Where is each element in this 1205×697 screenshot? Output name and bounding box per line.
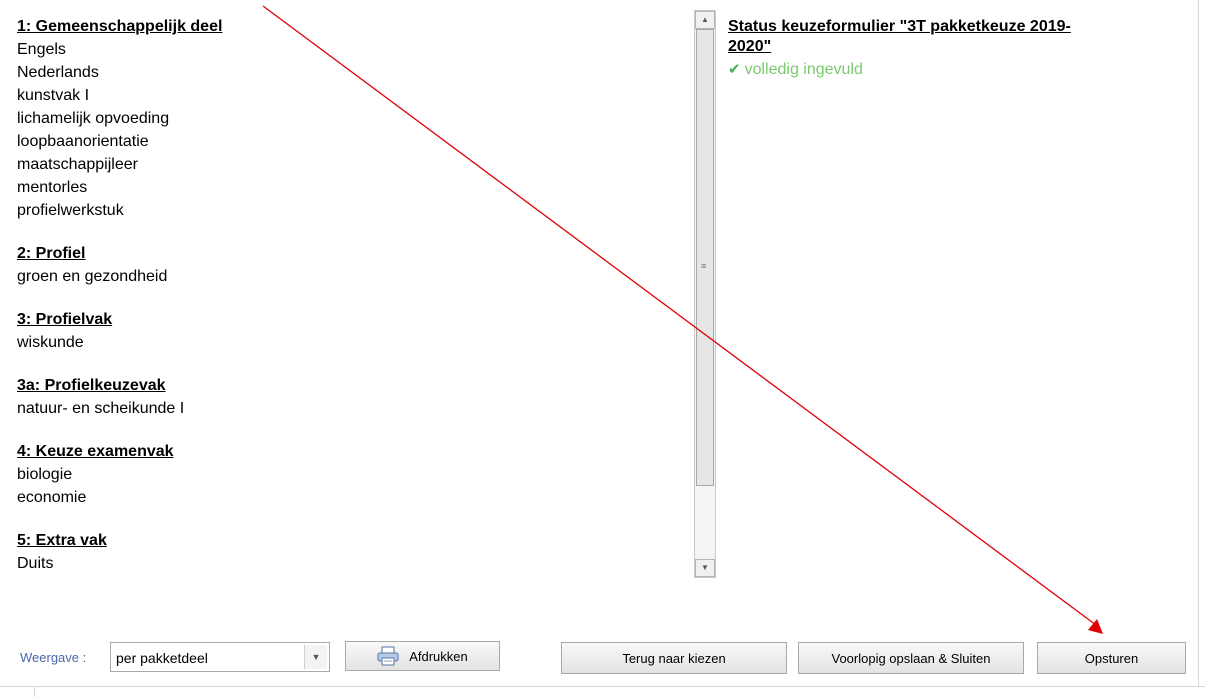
print-button[interactable]: Afdrukken (345, 641, 500, 671)
divider (1198, 0, 1199, 686)
group-extra: 5: Extra vak Duits (17, 531, 677, 575)
group-profile-subject: 3: Profielvak wiskunde (17, 310, 677, 354)
group-profile: 2: Profiel groen en gezondheid (17, 244, 677, 288)
status-title: Status keuzeformulier "3T pakketkeuze 20… (728, 17, 1148, 57)
arrow-annotation-head (1088, 619, 1103, 634)
group-title: 5: Extra vak (17, 532, 107, 549)
group-title: 2: Profiel (17, 245, 86, 262)
group-title: 4: Keuze examenvak (17, 443, 174, 460)
subject-item: kunstvak I (17, 87, 90, 104)
subject-item: Engels (17, 41, 66, 58)
subject-item: Duits (17, 555, 54, 572)
group-title: 3a: Profielkeuzevak (17, 377, 166, 394)
save-close-button[interactable]: Voorlopig opslaan & Sluiten (798, 642, 1024, 674)
view-label: Weergave : (20, 650, 87, 665)
group-profile-elective: 3a: Profielkeuzevak natuur- en scheikund… (17, 376, 677, 420)
status-title-line: Status keuzeformulier "3T pakketkeuze 20… (728, 18, 1071, 35)
view-select[interactable]: per pakketdeel ▼ (110, 642, 330, 672)
subject-item: Nederlands (17, 64, 99, 81)
vertical-scrollbar[interactable]: ▲ ≡ ▼ (694, 10, 716, 578)
scroll-down-arrow-icon[interactable]: ▼ (695, 559, 715, 577)
subject-item: wiskunde (17, 334, 84, 351)
scrollbar-thumb[interactable]: ≡ (696, 29, 714, 486)
divider (34, 686, 35, 697)
subject-item: economie (17, 489, 87, 506)
subject-item: groen en gezondheid (17, 268, 168, 285)
scroll-up-arrow-icon[interactable]: ▲ (695, 11, 715, 29)
subject-item: profielwerkstuk (17, 202, 124, 219)
group-exam-choice: 4: Keuze examenvak biologie economie (17, 442, 677, 509)
group-title: 1: Gemeenschappelijk deel (17, 18, 223, 35)
status-complete: ✔ volledig ingevuld (728, 59, 1148, 81)
subject-item: lichamelijk opvoeding (17, 110, 170, 127)
submit-button[interactable]: Opsturen (1037, 642, 1186, 674)
divider (0, 686, 1205, 687)
package-overview: 1: Gemeenschappelijk deel Engels Nederla… (17, 17, 677, 597)
status-panel: Status keuzeformulier "3T pakketkeuze 20… (728, 17, 1148, 81)
group-common: 1: Gemeenschappelijk deel Engels Nederla… (17, 17, 677, 222)
subject-item: natuur- en scheikunde I (17, 400, 185, 417)
subject-item: mentorles (17, 179, 88, 196)
status-text: volledig ingevuld (744, 61, 863, 78)
subject-item: biologie (17, 466, 73, 483)
back-to-choose-button[interactable]: Terug naar kiezen (561, 642, 787, 674)
back-label: Terug naar kiezen (622, 650, 726, 666)
group-title: 3: Profielvak (17, 311, 113, 328)
checkmark-icon: ✔ (728, 61, 741, 78)
grip-icon: ≡ (701, 261, 707, 271)
submit-label: Opsturen (1084, 650, 1139, 666)
subject-item: loopbaanorientatie (17, 133, 149, 150)
subject-item: maatschappijleer (17, 156, 138, 173)
print-label: Afdrukken (409, 648, 468, 664)
printer-icon (377, 646, 399, 666)
save-label: Voorlopig opslaan & Sluiten (831, 650, 991, 666)
view-select-value: per pakketdeel (116, 650, 208, 666)
status-title-line: 2020" (728, 38, 772, 55)
chevron-down-icon[interactable]: ▼ (304, 645, 327, 669)
